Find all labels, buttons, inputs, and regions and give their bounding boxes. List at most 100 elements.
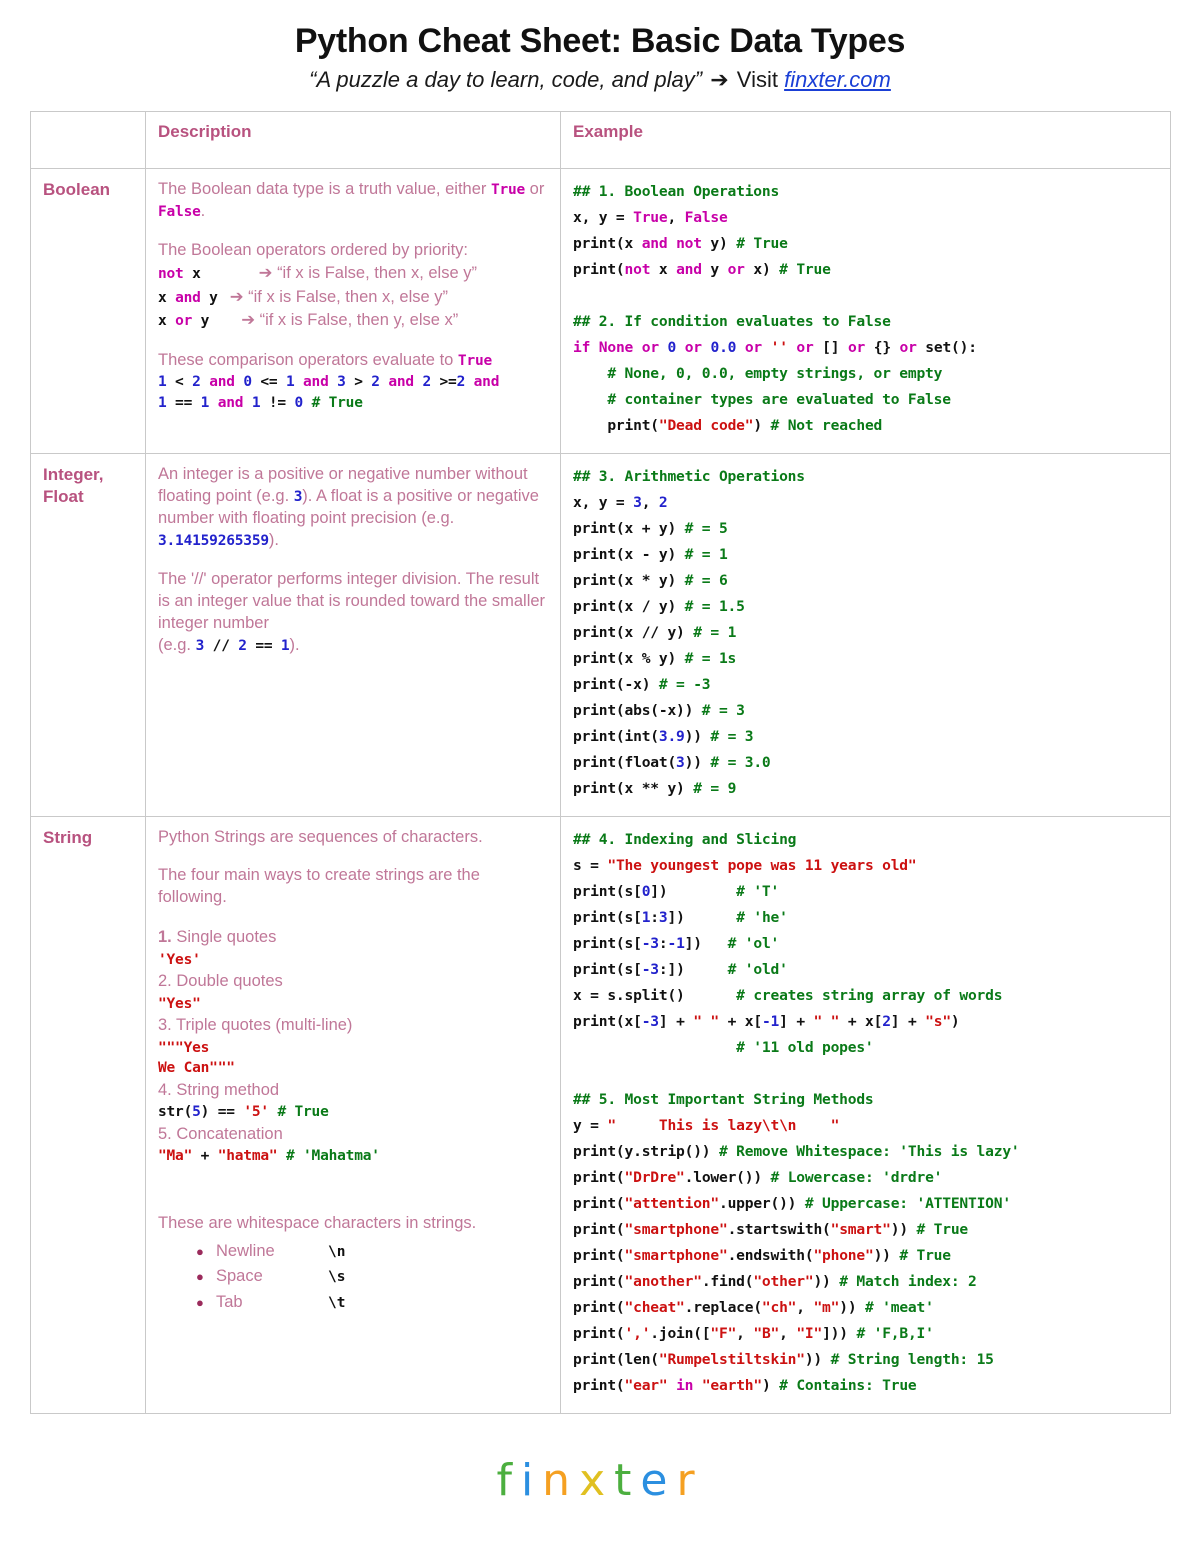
- row-example-boolean: ## 1. Boolean Operations x, y = True, Fal…: [560, 168, 1171, 455]
- code-line: x, y = 3, 2: [573, 494, 668, 512]
- code-line: print(s[1:3]) # 'he': [573, 909, 788, 927]
- code-line: print("smartphone".endswith("phone")) # …: [573, 1246, 951, 1264]
- int-p1-c: ).: [268, 530, 279, 549]
- whitespace-code: \s: [328, 1269, 346, 1286]
- bool-comparison-block: These comparison operators evaluate to T…: [158, 349, 548, 414]
- bool-paragraph-1: The Boolean data type is a truth value, …: [158, 179, 548, 223]
- type-label: String: [43, 828, 93, 848]
- code-line: x, y = True, False: [573, 209, 728, 227]
- example-code-arithmetic: ## 3. Arithmetic Operations x, y = 3, 2 pr…: [573, 464, 1158, 802]
- type-label: Integer, Float: [43, 465, 104, 506]
- code-line: print(x % y) # = 1s: [573, 650, 737, 668]
- code-line: print(x * y) # = 6: [573, 572, 728, 590]
- row-type-integer-float: Integer, Float: [30, 453, 146, 818]
- int-p2-two: 2: [238, 637, 247, 654]
- bool-operator-or: x or y ➔ “if x is False, then y, else x”: [158, 311, 459, 330]
- description-body: Python Strings are sequences of characte…: [158, 827, 548, 1315]
- header-cell-description: Description: [145, 111, 561, 170]
- code-line: print(x + y) # = 5: [573, 520, 728, 538]
- subtitle-visit-label: Visit: [736, 67, 778, 93]
- example-code-boolean: ## 1. Boolean Operations x, y = True, Fal…: [573, 179, 1158, 439]
- bullet-icon: ●: [196, 1269, 204, 1285]
- code-line: print("smartphone".startswith("smart")) …: [573, 1220, 969, 1238]
- str-item-1-num: 1.: [158, 928, 172, 947]
- str-item-1-code: 'Yes': [158, 951, 201, 968]
- code-line: print(','.join(["F", "B", "I"])) # 'F,B,…: [573, 1324, 934, 1342]
- str-item-4-code: str(5) == '5' # True: [158, 1104, 329, 1121]
- str-item-4: 4. String method: [158, 1079, 548, 1102]
- bool-p1-or: or: [525, 180, 545, 199]
- bool-comparison-line-1: 1 < 2 and 0 <= 1 and 3 > 2 and 2 >=2 and: [158, 374, 500, 391]
- str-item-1-label: Single quotes: [171, 928, 277, 947]
- str-item-2: 2. Double quotes: [158, 970, 548, 993]
- str-paragraph-2: The four main ways to create strings are…: [158, 865, 480, 906]
- bool-operators-block: The Boolean operators ordered by priorit…: [158, 239, 548, 333]
- str-item-5-label: Concatenation: [171, 1125, 283, 1143]
- logo-letter-r: r: [676, 1455, 704, 1506]
- code-line: print("another".find("other")) # Match i…: [573, 1272, 977, 1290]
- code-line: print(x / y) # = 1.5: [573, 598, 745, 616]
- int-p2-div: //: [204, 637, 239, 654]
- code-line: print("cheat".replace("ch", "m")) # 'mea…: [573, 1298, 934, 1316]
- whitespace-code: \t: [328, 1294, 346, 1311]
- str-item-2-code: "Yes": [158, 995, 201, 1012]
- table-row: Boolean The Boolean data type is a truth…: [30, 168, 1171, 455]
- whitespace-name: Newline: [216, 1241, 275, 1260]
- bool-operator-and: x and y ➔ “if x is False, then x, else y”: [158, 287, 449, 306]
- subtitle-quote: “A puzzle a day to learn, code, and play…: [309, 67, 703, 93]
- str-whitespace-intro: These are whitespace characters in strin…: [158, 1214, 477, 1232]
- str-item-4-num: 4.: [158, 1081, 172, 1099]
- row-example-integer-float: ## 3. Arithmetic Operations x, y = 3, 2 pr…: [560, 453, 1171, 818]
- logo-letter-x: x: [579, 1455, 615, 1506]
- page-footer: finxter: [0, 1455, 1200, 1506]
- row-type-boolean: Boolean: [30, 168, 146, 455]
- bool-p1-text-a: The Boolean data type is a truth value, …: [158, 180, 491, 199]
- code-line: # None, 0, 0.0, empty strings, or empty: [573, 365, 943, 383]
- cheat-sheet-table: Description Example Boolean The Boolean …: [30, 111, 1171, 1414]
- code-line: print(float(3)) # = 3.0: [573, 754, 771, 772]
- code-line: print(abs(-x)) # = 3: [573, 702, 745, 720]
- code-line: print(x ** y) # = 9: [573, 780, 737, 798]
- code-line: ## 5. Most Important String Methods: [573, 1090, 874, 1108]
- finxter-logo: finxter: [0, 1455, 1200, 1506]
- code-line: print(not x and y or x) # True: [573, 261, 831, 279]
- cheat-sheet-page: Python Cheat Sheet: Basic Data Types “A …: [0, 0, 1200, 1553]
- str-item-3-num: 3.: [158, 1016, 172, 1035]
- str-item-2-num: 2.: [158, 972, 172, 991]
- bool-op2-desc: ➔ “if x is False, then x, else y”: [229, 287, 449, 306]
- code-line: print(x and not y) # True: [573, 235, 788, 253]
- list-item: ● Space \s: [158, 1264, 548, 1290]
- int-p2-b: (e.g.: [158, 635, 196, 654]
- page-subtitle: “A puzzle a day to learn, code, and play…: [0, 67, 1200, 93]
- str-item-1: 1. Single quotes: [158, 926, 548, 949]
- finxter-link[interactable]: finxter.com: [784, 67, 891, 92]
- logo-letter-e: e: [640, 1455, 677, 1506]
- code-line: print(x[-3] + " " + x[-1] + " " + x[2] +…: [573, 1013, 960, 1031]
- bool-cmp-intro-text: These comparison operators evaluate to: [158, 350, 458, 369]
- str-item-4-label: String method: [171, 1081, 280, 1099]
- int-p2-a: The '//' operator performs integer divis…: [158, 570, 546, 632]
- logo-letter-n: n: [542, 1455, 580, 1506]
- logo-letter-f: f: [496, 1455, 521, 1506]
- code-line: print("Dead code") # Not reached: [573, 417, 883, 435]
- str-item-5-code: "Ma" + "hatma" # 'Mahatma': [158, 1148, 380, 1165]
- header-cell-example: Example: [560, 111, 1171, 170]
- header-cell-type: [30, 111, 146, 170]
- row-description-boolean: The Boolean data type is a truth value, …: [145, 168, 561, 455]
- header-label-example: Example: [573, 122, 643, 142]
- whitespace-name: Space: [216, 1267, 263, 1286]
- whitespace-list: ● Newline \n ● Space \s ● Tab \t: [158, 1239, 548, 1316]
- example-code-string: ## 4. Indexing and Slicing s = "The young…: [573, 827, 1158, 1399]
- table-row: Integer, Float An integer is a positive o…: [30, 453, 1171, 818]
- str-item-3: 3. Triple quotes (multi-line): [158, 1014, 548, 1037]
- code-line: print(x // y) # = 1: [573, 624, 737, 642]
- code-line: print(-x) # = -3: [573, 676, 711, 694]
- bool-operators-intro: The Boolean operators ordered by priorit…: [158, 241, 469, 260]
- page-header: Python Cheat Sheet: Basic Data Types “A …: [0, 0, 1200, 93]
- str-creation-list: 1. Single quotes 'Yes' 2. Double quotes …: [158, 926, 548, 1167]
- code-line: print(int(3.9)) # = 3: [573, 728, 754, 746]
- code-line: print(x - y) # = 1: [573, 546, 728, 564]
- code-line: y = " This is lazy\t\n ": [573, 1116, 840, 1134]
- bool-comparison-intro: These comparison operators evaluate to T…: [158, 349, 548, 372]
